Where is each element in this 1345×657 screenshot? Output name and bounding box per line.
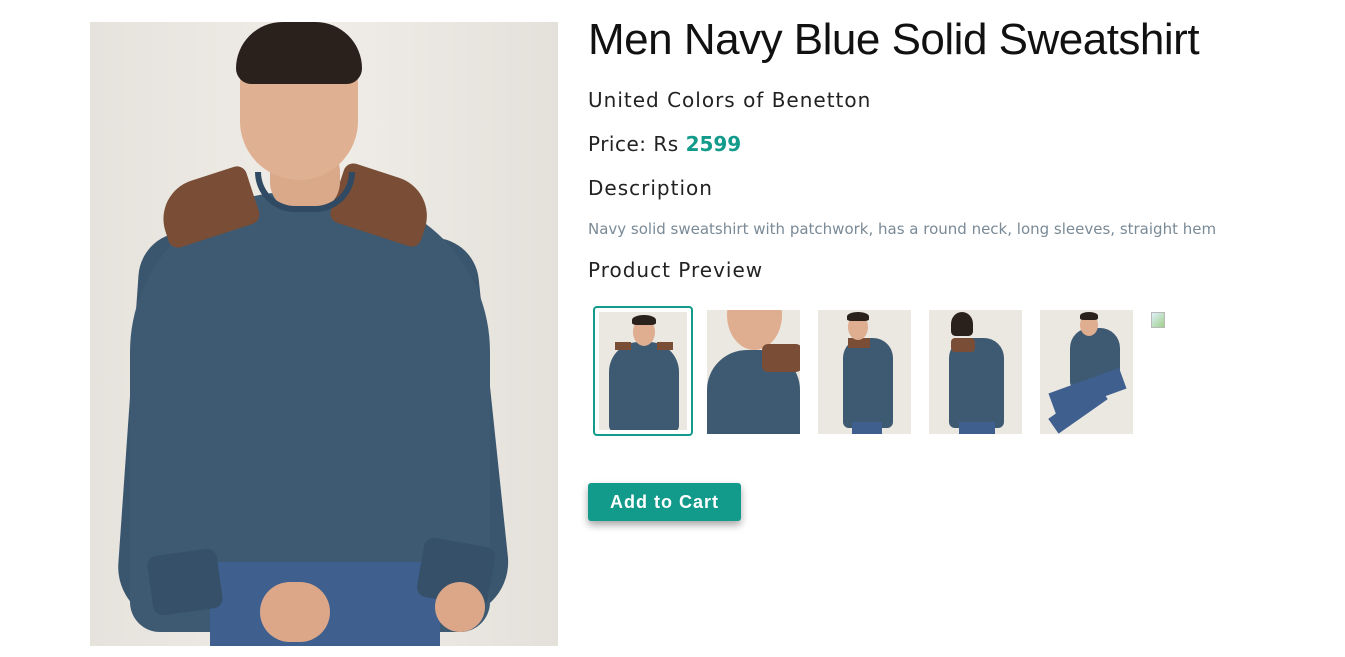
- thumbnail-back[interactable]: [929, 310, 1022, 434]
- thumbnail-side[interactable]: [818, 310, 911, 434]
- add-to-cart-button[interactable]: Add to Cart: [588, 483, 741, 521]
- description-heading: Description: [588, 176, 713, 200]
- description-text: Navy solid sweatshirt with patchwork, ha…: [588, 220, 1217, 238]
- thumbnail-seated[interactable]: [1040, 310, 1133, 434]
- price-amount: 2599: [685, 132, 742, 156]
- preview-heading: Product Preview: [588, 258, 764, 282]
- model-left-hand: [260, 582, 330, 642]
- broken-image-icon[interactable]: [1151, 312, 1165, 328]
- thumbnail-closeup[interactable]: [707, 310, 800, 434]
- model-hair: [236, 22, 362, 84]
- product-brand: United Colors of Benetton: [588, 88, 872, 112]
- model-left-cuff: [146, 547, 224, 617]
- product-title: Men Navy Blue Solid Sweatshirt: [588, 15, 1200, 64]
- thumbnail-front[interactable]: [593, 306, 693, 436]
- price-label: Price: Rs: [588, 132, 679, 156]
- product-details: Men Navy Blue Solid Sweatshirt United Co…: [588, 14, 1288, 282]
- model-right-hand: [435, 582, 485, 632]
- main-product-image: [90, 22, 558, 646]
- product-price: Price: Rs 2599: [588, 132, 1288, 156]
